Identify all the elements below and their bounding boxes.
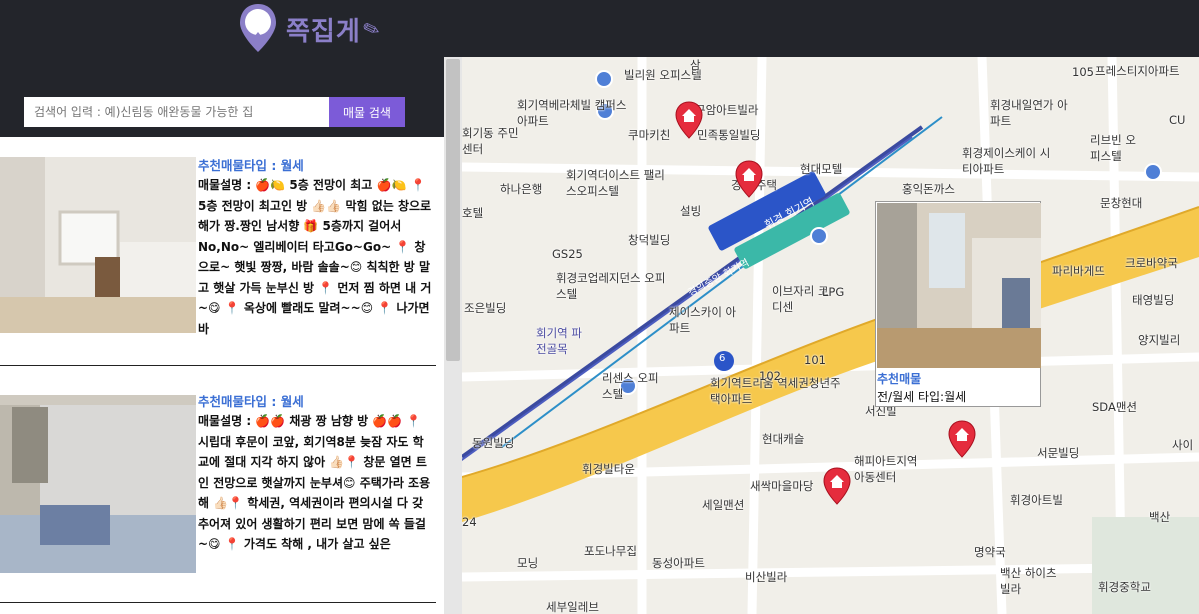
listing-marker[interactable] (735, 160, 763, 198)
bus-stop-icon[interactable] (810, 227, 828, 245)
map-label: 포도나무집 (584, 544, 637, 558)
map-label: 제이스카이 아파트 (669, 305, 737, 335)
map-label: 102 (759, 369, 781, 383)
listing-list[interactable]: 추천매물타입 : 월세 매물설명 : 🍎🍋 5층 전망이 최고 🍎🍋 📍 5층 … (0, 137, 444, 614)
map-label: 휘경빌타운 (582, 462, 635, 476)
map-label: 현대모텔 (800, 162, 843, 176)
map-label: 105 (1072, 65, 1094, 79)
scrollbar-thumb[interactable] (446, 59, 460, 361)
map-label: 양지빌리 (1138, 333, 1181, 347)
map-label: 크로바약국 (1125, 256, 1178, 270)
logo-text: 쪽집게 (286, 16, 361, 47)
map-label: 회기동 주민센터 (462, 126, 519, 156)
listing-card[interactable]: 추천매물타입 : 월세 매물설명 : 🍎🍋 5층 전망이 최고 🍎🍋 📍 5층 … (0, 155, 444, 355)
map-label: 백산 (1149, 510, 1171, 524)
divider (0, 365, 436, 366)
map-label: 홍익돈까스 (902, 182, 955, 196)
left-panel: 매물 검색 추천매물타입 : 월세 매물설명 : 🍎🍋 5층 전망이 최고 🍎🍋… (0, 57, 444, 614)
listing-scrollbar[interactable] (444, 57, 462, 614)
popup-info: 전/월세 타입:월세 (877, 390, 967, 404)
map-label: 삼 (690, 58, 701, 72)
map-label: 24 (462, 515, 477, 529)
map-label: 새싹마을마당 (750, 479, 814, 493)
map-label: 휘경내일연가 아파트 (990, 98, 1068, 128)
map-label: 현대캐슬 (762, 432, 805, 446)
pen-icon: ✎ (359, 14, 384, 44)
house-marker-icon (735, 160, 763, 198)
map-label: 태영빌딩 (1132, 293, 1175, 307)
map-label: 회기역 파전골목 (536, 326, 582, 356)
map-label: SDA맨션 (1092, 400, 1137, 414)
top-header: 쪽집게 ✎ (0, 0, 1199, 57)
map-label: 문창현대 (1100, 196, 1143, 210)
map-label: 서문빌딩 (1037, 446, 1080, 460)
listing-description: 매물설명 : 🍎🍎 채광 짱 남향 방 🍎🍎 📍 시립대 후문이 코앞, 회기역… (198, 414, 431, 551)
map-label: 파리바게뜨 (1052, 264, 1105, 278)
map-label: 사이 (1172, 438, 1194, 452)
map-label: LPG (822, 285, 845, 299)
bus-stop-icon[interactable] (1144, 163, 1162, 181)
map-label: 101 (804, 353, 826, 367)
map-label: 설빙 (680, 204, 702, 218)
map-label: 하나은행 (500, 182, 543, 196)
search-input[interactable] (24, 97, 329, 127)
logo-pin-icon (240, 4, 276, 52)
map-label: 해피아트지역 아동센터 (854, 454, 918, 484)
map-label: 휘경중학교 (1098, 580, 1151, 594)
map-label: 휘경아트빌 (1010, 493, 1063, 507)
house-marker-icon (948, 420, 976, 458)
map-label: 민족통일빌딩 (697, 128, 761, 142)
map-label: GS25 (552, 247, 583, 261)
map-label: 명약국 (974, 545, 1006, 559)
bus-stop-icon[interactable] (595, 70, 613, 88)
divider (0, 602, 436, 603)
listing-marker[interactable] (823, 467, 851, 505)
map-label: 쿠마키친 (628, 128, 671, 142)
map-label: 비산빌라 (745, 570, 788, 584)
listing-photo[interactable] (0, 395, 196, 573)
route-number: 6 (719, 353, 726, 364)
listing-description: 매물설명 : 🍎🍋 5층 전망이 최고 🍎🍋 📍 5층 전망이 최고인 방 👍🏻… (198, 178, 432, 336)
map-label: 회기역베라체빌 캠퍼스아파트 (517, 98, 627, 128)
listing-card[interactable]: 추천매물타입 : 월세 매물설명 : 🍎🍎 채광 짱 남향 방 🍎🍎 📍 시립대… (0, 391, 444, 591)
app-logo[interactable]: 쪽집게 ✎ (236, 2, 386, 56)
listing-type: 추천매물타입 : 월세 (198, 394, 304, 409)
map-label: 세일맨션 (702, 498, 745, 512)
map-label: 구암아트빌라 (695, 103, 759, 117)
search-bar: 매물 검색 (24, 97, 405, 127)
map-label: 호텔 (462, 206, 484, 220)
map-label: 회기역더이스트 팰리스오피스텔 (566, 168, 665, 198)
map-label: 창덕빌딩 (628, 233, 671, 247)
map-label: 세부일레브 (546, 600, 599, 614)
house-marker-icon (823, 467, 851, 505)
map-label: 리브빈 오피스텔 (1090, 133, 1136, 163)
popup-title: 추천매물 (877, 372, 922, 386)
map-label: 휘경제이스케이 시티아파트 (962, 146, 1051, 176)
listing-marker[interactable] (675, 101, 703, 139)
listing-marker[interactable] (948, 420, 976, 458)
map-view[interactable]: 빌리원 오피스텔 삼 회기역베라체빌 캠퍼스아파트 구암아트빌라 회기동 주민센… (462, 57, 1199, 614)
map-label: 조은빌딩 (464, 301, 507, 315)
map-label: 동성아파트 (652, 556, 705, 570)
map-label: 동원빌딩 (472, 436, 515, 450)
map-label: 리센스 오피스텔 (602, 371, 659, 401)
listing-type: 추천매물타입 : 월세 (198, 158, 304, 173)
popup-photo[interactable] (877, 203, 1041, 368)
map-label: 프레스티지아파트 (1095, 64, 1180, 78)
map-label: 모닝 (517, 556, 539, 570)
map-label: 백산 하이츠빌라 (1000, 566, 1057, 596)
house-marker-icon (675, 101, 703, 139)
map-label: CU (1169, 113, 1186, 127)
listing-popup[interactable]: 추천매물 전/월세 타입:월세 (875, 201, 1041, 407)
map-label: 휘경코업레지던스 오피스텔 (556, 271, 666, 301)
search-button[interactable]: 매물 검색 (329, 97, 405, 127)
listing-photo[interactable] (0, 157, 196, 333)
